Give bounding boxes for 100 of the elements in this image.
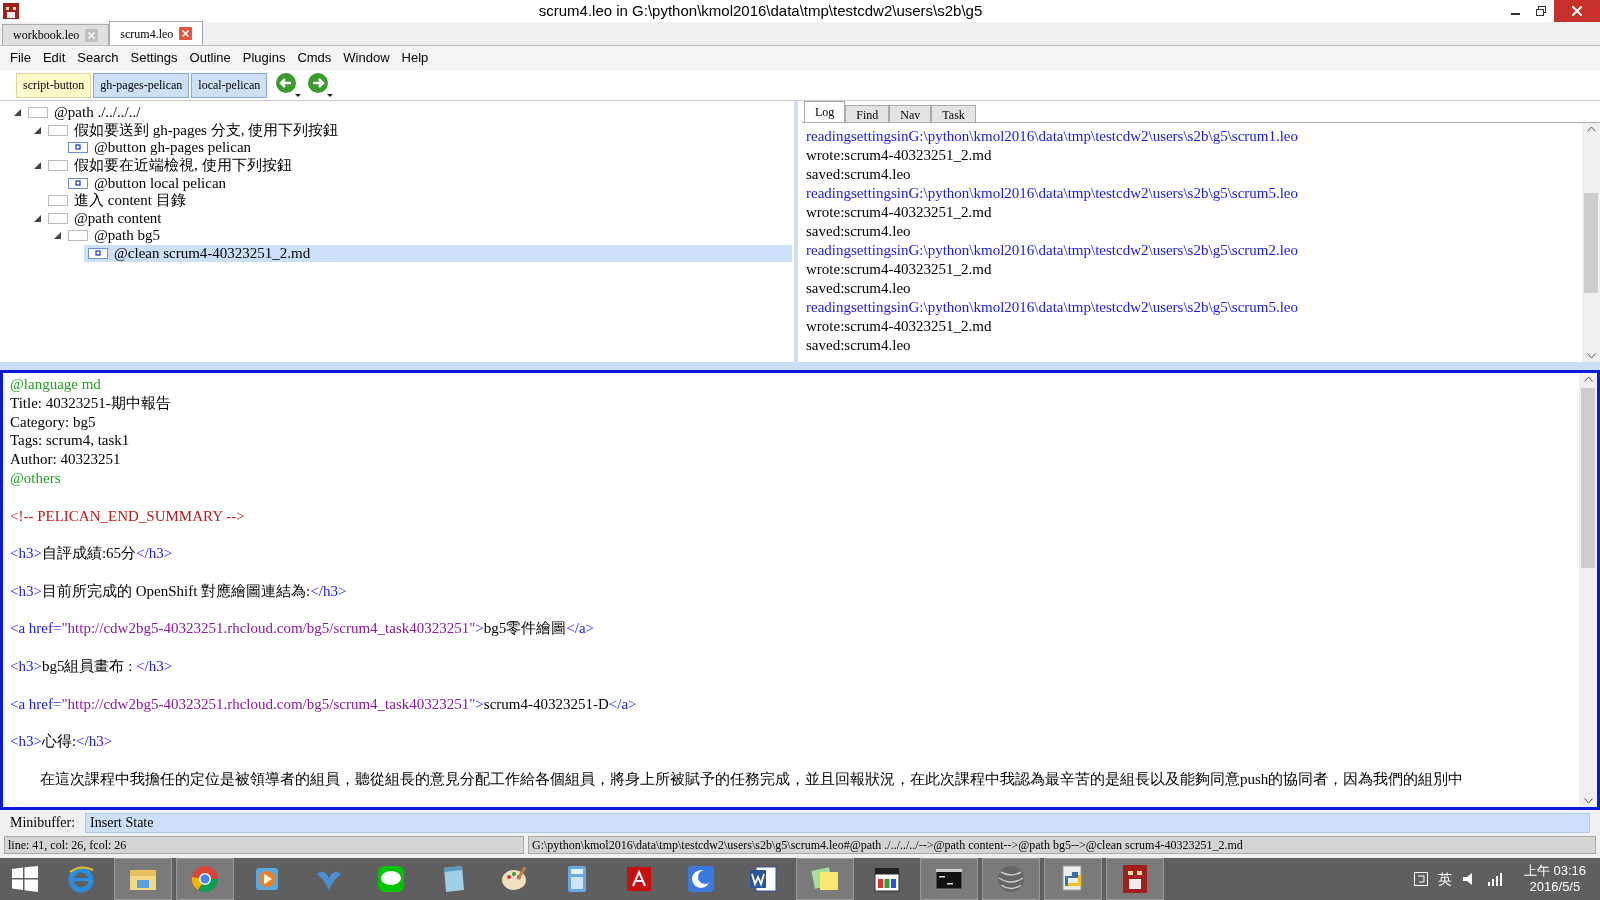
log-line: wrote:scrum4-40323251_2.md	[806, 146, 993, 165]
node-label: @path content	[74, 209, 162, 227]
log-line: wrote:scrum4-40323251_2.md	[806, 203, 993, 222]
script-button[interactable]: script-button	[16, 72, 92, 98]
log-line: saved:scrum4.leo	[806, 279, 912, 298]
menu-item[interactable]: Cmds	[291, 48, 338, 68]
node-label: 假如要在近端檢視, 使用下列按鈕	[74, 157, 292, 175]
expanded-arrow-icon[interactable]	[33, 214, 41, 222]
node-label: @button gh-pages pelican	[94, 139, 252, 157]
script-button[interactable]: gh-pages-pelican	[93, 72, 190, 98]
tree-node[interactable]: 進入 content 目錄	[44, 192, 792, 210]
back-arrow-icon[interactable]	[275, 72, 302, 98]
browser-icon[interactable]	[190, 864, 220, 894]
log-tab[interactable]: Find	[845, 105, 890, 122]
code-line: <h3>目前所完成的 OpenShift 對應繪圖連結為:</h3>	[10, 581, 348, 601]
network-icon[interactable]	[1487, 872, 1504, 886]
menu-item[interactable]: Window	[337, 48, 396, 68]
menu-item[interactable]: File	[4, 48, 37, 68]
log-line: readingsettingsinG:\python\kmol2016\data\tmp\testcdw2\users\s2b\g5\scrum1.leo	[806, 127, 1300, 146]
expanded-arrow-icon[interactable]	[13, 109, 21, 117]
code-line: Tags: scrum4, task1	[10, 431, 131, 451]
browser-e-icon[interactable]	[66, 864, 96, 894]
log-line: readingsettingsinG:\python\kmol2016\data\tmp\testcdw2\users\s2b\g5\scrum5.leo	[806, 184, 1300, 203]
code-line: Category: bg5	[10, 412, 97, 432]
scroll-thumb[interactable]	[1584, 192, 1598, 293]
restore-icon	[1536, 6, 1546, 16]
log-scrollbar[interactable]	[1582, 123, 1600, 362]
scroll-up-icon[interactable]	[1583, 376, 1593, 382]
scroll-down-icon[interactable]	[1583, 798, 1593, 804]
code-line: Author: 40323251	[10, 450, 122, 469]
script-button[interactable]: local-pelican	[191, 72, 268, 98]
code-line: <h3>自評成績:65分</h3>	[10, 544, 174, 563]
input-language[interactable]: 英	[1437, 868, 1452, 890]
taskbar-app[interactable]	[920, 858, 978, 900]
node-label: @path ./../../../	[54, 104, 141, 122]
code-line: <a href="http://cdw2bg5-40323251.rhcloud.com/bg5/scrum4_task40323251">bg5零件繪圖</a>	[10, 619, 596, 639]
tree-node[interactable]: 假如要在近端檢視, 使用下列按鈕	[44, 157, 792, 175]
log-tab[interactable]: Nav	[889, 105, 932, 122]
code-line: <!-- PELICAN_END_SUMMARY -->	[10, 506, 246, 526]
tree-node[interactable]: @path bg5	[64, 227, 792, 245]
code-line: Title: 40323251-期中報告	[10, 393, 172, 413]
app-logo-icon	[3, 3, 19, 19]
minibuffer-field[interactable]: Insert State	[85, 812, 1590, 833]
windows-logo-icon	[12, 866, 38, 892]
expanded-arrow-icon[interactable]	[33, 162, 41, 170]
node-label: 進入 content 目錄	[74, 192, 186, 210]
tree-node[interactable]: 假如要送到 gh-pages 分支, 使用下列按鈕	[44, 121, 792, 139]
tree-node[interactable]: @path content	[44, 209, 792, 227]
keyboard-mode-icon[interactable]	[1413, 872, 1428, 886]
tree-node[interactable]: @button gh-pages pelican	[64, 139, 792, 157]
window-title: scrum4.leo in G:\python\kmol2016\data\tmp\testcdw2\users\s2b\g5	[537, 0, 984, 21]
code-line: <a href="http://cdw2bg5-40323251.rhcloud.com/bg5/scrum4_task40323251">scrum4-40323251-D</a>	[10, 694, 638, 714]
log-line: readingsettingsinG:\python\kmol2016\data\tmp\testcdw2\users\s2b\g5\scrum5.leo	[806, 298, 1300, 317]
node-path: G:\python\kmol2016\data\tmp\testcdw2\users\s2b\g5\scrum4.leo#@path ./../../../-->@path content-->@path bg5-->@clean scrum4-40323251_2.md	[528, 836, 1596, 854]
scroll-up-icon[interactable]	[1586, 126, 1596, 132]
node-label: @path bg5	[94, 227, 160, 245]
log-line: readingsettingsinG:\python\kmol2016\data\tmp\testcdw2\users\s2b\g5\scrum2.leo	[806, 241, 1300, 260]
code-line: @language md	[10, 375, 102, 394]
minibuffer-label: Minibuffer:	[10, 814, 76, 832]
word-processor-icon[interactable]	[748, 864, 778, 894]
cursor-position: line: 41, col: 26, fcol: 26	[4, 836, 524, 854]
tree-node[interactable]: @button local pelican	[64, 174, 792, 192]
code-line: 在這次課程中我擔任的定位是被領導者的組員，聽從組長的意見分配工作給各個組員，將身上所被賦予的任務完成，並且回報狀況，在此次課程中我認為最辛苦的是組長以及能夠同意push的協同者，因為我們的組別中	[39, 769, 1465, 789]
menu-item[interactable]: Edit	[36, 48, 72, 68]
code-line: @others	[10, 469, 62, 488]
clock-time[interactable]: 上午 03:16	[1523, 863, 1586, 879]
pdf-icon[interactable]	[624, 864, 654, 894]
menu-item[interactable]: Settings	[124, 48, 184, 68]
crescent-icon[interactable]	[686, 864, 716, 894]
log-line: wrote:scrum4-40323251_2.md	[806, 260, 993, 279]
menu-item[interactable]: Help	[395, 48, 435, 68]
scroll-down-icon[interactable]	[1586, 353, 1596, 359]
expanded-arrow-icon[interactable]	[53, 232, 61, 240]
code-line: <h3>bg5組員畫布 : </h3>	[10, 656, 174, 676]
tree-node[interactable]: @clean scrum4-40323251_2.md	[84, 245, 792, 263]
clock-date[interactable]: 2016/5/5	[1529, 879, 1581, 895]
log-line: saved:scrum4.leo	[806, 336, 912, 355]
node-label: @button local pelican	[94, 174, 227, 192]
node-label: @clean scrum4-40323251_2.md	[114, 245, 311, 263]
taskbar-app[interactable]	[1106, 858, 1164, 900]
close-icon	[1572, 6, 1582, 16]
chat-icon[interactable]	[376, 864, 406, 894]
body-editor[interactable]	[0, 370, 1600, 810]
tree-node[interactable]: @path ./../../../	[24, 104, 792, 122]
code-line: <h3>心得:</h3>	[10, 732, 114, 751]
scroll-thumb[interactable]	[1581, 388, 1595, 568]
body-scrollbar[interactable]	[1579, 373, 1597, 807]
menu-item[interactable]: Plugins	[236, 48, 292, 68]
file-tab[interactable]: workbook.leo	[2, 24, 110, 45]
log-line: wrote:scrum4-40323251_2.md	[806, 317, 993, 336]
close-button[interactable]	[1554, 0, 1600, 22]
file-tab[interactable]: scrum4.leo	[109, 21, 204, 45]
close-tab-icon[interactable]	[179, 27, 193, 40]
sphere-icon[interactable]	[996, 864, 1026, 894]
log-tab[interactable]: Log	[804, 101, 846, 122]
menu-item[interactable]: Outline	[183, 48, 237, 68]
forward-arrow-icon[interactable]	[307, 72, 334, 98]
log-tab[interactable]: Task	[931, 105, 976, 122]
menu-item[interactable]: Search	[71, 48, 125, 68]
expanded-arrow-icon[interactable]	[33, 126, 41, 134]
